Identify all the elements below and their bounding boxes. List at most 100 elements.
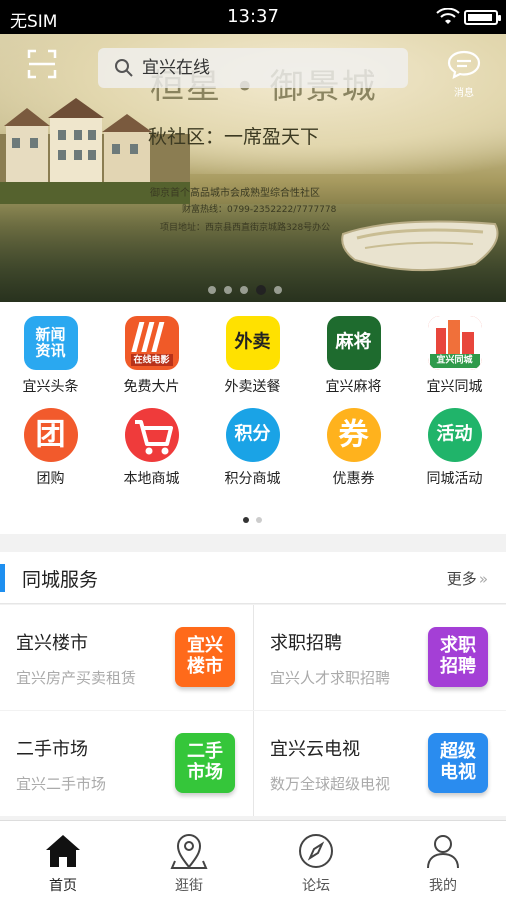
banner-dot[interactable] xyxy=(224,286,232,294)
takeout-icon: 外卖 xyxy=(225,316,280,370)
message-button[interactable]: 消息 xyxy=(444,49,484,99)
category-page-dot[interactable] xyxy=(243,517,249,523)
banner-dot[interactable] xyxy=(240,286,248,294)
category-label: 团购 xyxy=(36,471,65,487)
service-badge: 二手 市场 xyxy=(175,733,235,793)
tab-home-label: 首页 xyxy=(49,878,77,894)
status-bar: 无SIM 13:37 xyxy=(0,0,506,34)
cart-icon xyxy=(124,408,179,462)
category-mahjong[interactable]: 麻将 宜兴麻将 xyxy=(303,316,404,396)
category-cart[interactable]: 本地商城 xyxy=(101,408,202,488)
banner-dot[interactable] xyxy=(274,286,282,294)
tab-home[interactable]: 首页 xyxy=(0,821,126,900)
app-screen: 无SIM 13:37 桓星 • 御景城 秋 xyxy=(0,0,506,900)
service-card[interactable]: 宜兴楼市宜兴房产买卖租赁 宜兴 楼市 xyxy=(0,605,253,710)
service-title: 宜兴云电视 xyxy=(270,739,360,760)
category-pager xyxy=(243,517,262,523)
service-desc: 宜兴人才求职招聘 xyxy=(270,669,391,687)
banner-pager xyxy=(208,285,282,295)
tab-profile[interactable]: 我的 xyxy=(380,821,506,900)
search-icon xyxy=(115,59,133,77)
service-badge: 求职 招聘 xyxy=(428,627,488,687)
news-icon: 新闻 资讯 xyxy=(23,316,78,370)
service-badge: 宜兴 楼市 xyxy=(175,627,235,687)
battery-icon xyxy=(464,10,501,25)
icon-caption: 券 xyxy=(338,417,369,453)
activity-icon: 活动 xyxy=(427,408,482,462)
service-title: 宜兴楼市 xyxy=(16,633,88,654)
movie-icon: 在线电影 xyxy=(124,316,179,370)
category-label: 宜兴麻将 xyxy=(325,379,382,395)
category-label: 积分商城 xyxy=(224,471,281,487)
service-card[interactable]: 求职招聘宜兴人才求职招聘 求职 招聘 xyxy=(253,605,506,710)
category-label: 宜兴同城 xyxy=(426,379,483,395)
icon-caption: 新闻 资讯 xyxy=(35,325,66,359)
compass-icon xyxy=(299,834,333,868)
city-icon: 宜兴同城 xyxy=(427,316,482,370)
services-more-link[interactable]: 更多» xyxy=(447,568,488,589)
tab-forum[interactable]: 论坛 xyxy=(253,821,379,900)
services-header: 同城服务 更多» xyxy=(0,552,506,604)
service-desc: 数万全球超级电视 xyxy=(270,775,391,793)
promo-banner[interactable]: 桓星 • 御景城 秋社区：一席盈天下 御京首个高品城市会成熟型综合性社区 财富热… xyxy=(0,34,506,302)
category-label: 同城活动 xyxy=(426,471,483,487)
services-title: 同城服务 xyxy=(22,569,99,591)
search-bar[interactable] xyxy=(98,48,408,88)
category-label: 免费大片 xyxy=(123,379,180,395)
category-city[interactable]: 宜兴同城 宜兴同城 xyxy=(404,316,505,396)
wifi-icon xyxy=(436,8,460,24)
category-news[interactable]: 新闻 资讯 宜兴头条 xyxy=(0,316,101,396)
banner-boat-image xyxy=(341,220,499,272)
service-title: 求职招聘 xyxy=(270,633,342,654)
tab-profile-label: 我的 xyxy=(429,878,457,894)
category-takeout[interactable]: 外卖 外卖送餐 xyxy=(202,316,303,396)
category-label: 外卖送餐 xyxy=(224,379,281,395)
tab-shopping-label: 逛街 xyxy=(175,878,203,894)
service-desc: 宜兴二手市场 xyxy=(16,775,107,793)
category-movie[interactable]: 在线电影 免费大片 xyxy=(101,316,202,396)
banner-hotline: 财富热线：0799-2352222/7777778 xyxy=(182,205,337,215)
tab-shopping[interactable]: 逛街 xyxy=(126,821,252,900)
category-activity[interactable]: 活动 同城活动 xyxy=(404,408,505,488)
icon-caption: 在线电影 xyxy=(133,355,170,366)
chat-bubble-icon xyxy=(447,50,481,79)
category-group-buy[interactable]: 团团购 xyxy=(0,408,101,488)
banner-dot[interactable] xyxy=(208,286,216,294)
icon-caption: 麻将 xyxy=(335,331,372,353)
coupon-icon: 券 xyxy=(326,408,381,462)
category-points[interactable]: 积分 积分商城 xyxy=(202,408,303,488)
icon-caption: 积分 xyxy=(234,423,271,445)
banner-subline: 御京首个高品城市会成熟型综合性社区 xyxy=(150,188,320,199)
mahjong-icon: 麻将 xyxy=(326,316,381,370)
service-title: 二手市场 xyxy=(16,739,88,760)
icon-caption: 活动 xyxy=(436,423,473,445)
category-label: 本地商城 xyxy=(123,471,180,487)
service-card[interactable]: 二手市场宜兴二手市场 二手 市场 xyxy=(0,711,253,816)
home-icon xyxy=(46,835,80,867)
double-chevron-right-icon: » xyxy=(478,570,488,588)
tab-forum-label: 论坛 xyxy=(302,878,330,894)
banner-tagline: 秋社区：一席盈天下 xyxy=(148,126,320,148)
service-badge: 超级 电视 xyxy=(428,733,488,793)
map-pin-icon xyxy=(170,834,208,869)
service-desc: 宜兴房产买卖租赁 xyxy=(16,669,137,687)
category-coupon[interactable]: 券优惠券 xyxy=(303,408,404,488)
category-label: 宜兴头条 xyxy=(22,379,79,395)
category-page-dot[interactable] xyxy=(256,517,262,523)
banner-dot[interactable] xyxy=(256,285,266,295)
icon-caption: 外卖 xyxy=(234,331,271,353)
section-accent-bar xyxy=(0,564,5,592)
category-grid: 新闻 资讯 宜兴头条 在线电影 免费大片 外卖 外卖送餐 麻将 宜兴麻将 宜兴同城 宜兴同城团团购… xyxy=(0,302,506,534)
search-input[interactable] xyxy=(142,56,392,80)
more-label: 更多 xyxy=(446,570,477,588)
points-icon: 积分 xyxy=(225,408,280,462)
group-buy-icon: 团 xyxy=(23,408,78,462)
banner-address: 项目地址：西京县西直街京城路328号办公 xyxy=(160,223,331,233)
battery-level xyxy=(468,14,492,21)
icon-caption: 团 xyxy=(35,417,66,453)
scan-icon[interactable] xyxy=(27,49,57,79)
icon-caption: 宜兴同城 xyxy=(436,355,473,366)
bottom-tab-bar: 首页 逛街 论坛 我的 xyxy=(0,820,506,900)
category-label: 优惠券 xyxy=(332,471,375,487)
service-card[interactable]: 宜兴云电视数万全球超级电视 超级 电视 xyxy=(253,711,506,816)
